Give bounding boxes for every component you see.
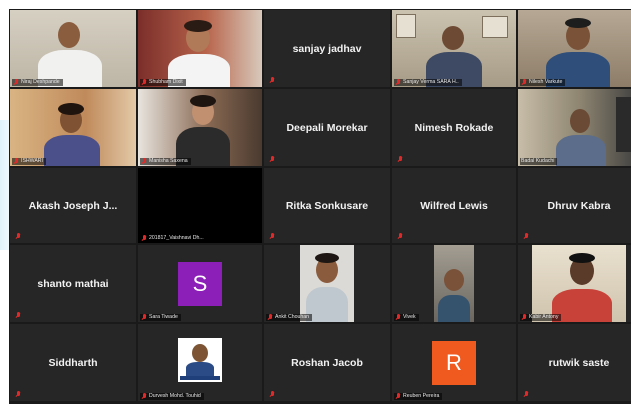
mic-muted-icon [13,158,19,165]
participant-tile-shanto[interactable]: shanto mathai [10,245,136,322]
participant-tile-sara[interactable]: S Sara Tiwade [138,245,262,322]
participant-tile-vivek[interactable]: Vivek [392,245,516,322]
mic-muted-icon [395,314,401,321]
profile-badge [178,338,222,382]
participant-tile-niraj[interactable]: Niraj Deshpande [10,10,136,87]
participant-label: Sara Tiwade [140,314,181,321]
participant-name: rutwik saste [548,356,610,369]
participant-tile-ankit[interactable]: Ankit Chouhan [264,245,390,322]
video-feed [518,10,631,87]
participant-label: Ankit Chouhan [266,314,313,321]
participant-tile-wilfred[interactable]: Wilfred Lewis [392,168,516,243]
participant-label: Vivek [394,314,419,321]
participant-tile-ritka[interactable]: Ritka Sonkusare [264,168,390,243]
participant-name: Wilfred Lewis [420,199,488,212]
participant-tile-kabir[interactable]: Kabir Antony [518,245,631,322]
mic-muted-icon [269,391,275,398]
mic-muted-icon [13,79,19,86]
video-feed [392,10,516,87]
participant-name: Nimesh Rokade [414,121,494,134]
avatar: S [178,261,222,306]
participant-tile-akash[interactable]: Akash Joseph J... [10,168,136,243]
mic-muted-icon [397,156,403,163]
participant-name: Dhruv Kabra [547,199,611,212]
participant-name: shanto mathai [37,277,109,290]
mic-muted-icon [141,235,147,242]
video-feed [138,10,262,87]
mic-muted-icon [521,79,527,86]
participant-tile-vaishnavi[interactable]: 201817_Vaishnavi Dh... [138,168,262,243]
mic-muted-icon [523,233,529,240]
mic-muted-icon [15,312,21,319]
video-feed [434,245,474,322]
participant-tile-ishwari[interactable]: ISHWARI [10,89,136,166]
mic-muted-icon [141,393,147,400]
participant-tile-durvesh[interactable]: Durvesh Mohd. Touhid [138,324,262,401]
participant-label: Badal Kudachi [520,158,558,165]
mic-muted-icon [523,391,529,398]
mic-muted-icon [15,233,21,240]
participant-tile-dhruv[interactable]: Dhruv Kabra [518,168,631,243]
mic-muted-icon [269,77,275,84]
participant-name: Deepali Morekar [286,121,368,134]
participant-name: Ritka Sonkusare [285,199,369,212]
participant-tile-sanjay-jadhav[interactable]: sanjay jadhav [264,10,390,87]
participant-tile-siddharth[interactable]: Siddharth [10,324,136,401]
participant-label: Sanjay Verma SARA H.. [394,79,462,86]
video-feed [532,245,626,322]
participant-label: Kabir Antony [520,314,562,321]
mic-muted-icon [521,314,527,321]
video-feed [300,245,354,322]
video-feed [518,89,631,166]
participant-name: Siddharth [48,356,98,369]
video-feed [138,89,262,166]
participant-label: Nilesh Varkute [520,79,566,86]
participant-name: sanjay jadhav [292,42,362,55]
gallery-view-grid: Niraj Deshpande Shubham Dixit sanjay jad… [9,9,631,404]
participant-label: ISHWARI [12,158,46,165]
participant-label: Niraj Deshpande [12,79,63,86]
participant-tile-sanjay-verma[interactable]: Sanjay Verma SARA H.. [392,10,516,87]
participant-label: Reuben Pereira [394,393,443,400]
video-feed [10,10,136,87]
participant-label: 201817_Vaishnavi Dh... [140,235,207,242]
mic-muted-icon [141,79,147,86]
participant-tile-manisha[interactable]: Manisha Saxena [138,89,262,166]
mic-muted-icon [15,391,21,398]
mic-muted-icon [141,314,147,321]
participant-tile-reuben[interactable]: R Reuben Pereira [392,324,516,401]
participant-label: Shubham Dixit [140,79,186,86]
mic-muted-icon [267,314,273,321]
mic-muted-icon [395,79,401,86]
participant-label: Manisha Saxena [140,158,191,165]
mic-muted-icon [269,156,275,163]
mic-muted-icon [141,158,147,165]
participant-tile-shubham[interactable]: Shubham Dixit [138,10,262,87]
participant-name: Roshan Jacob [291,356,363,369]
participant-tile-nimesh[interactable]: Nimesh Rokade [392,89,516,166]
participant-name: Akash Joseph J... [28,199,118,212]
participant-label: Durvesh Mohd. Touhid [140,393,204,400]
video-feed [10,89,136,166]
participant-tile-nilesh[interactable]: Nilesh Varkute [518,10,631,87]
mic-muted-icon [397,233,403,240]
avatar: R [432,340,476,385]
participant-tile-badal-active-speaker[interactable]: Badal Kudachi [518,89,631,166]
participant-tile-deepali[interactable]: Deepali Morekar [264,89,390,166]
participant-tile-roshan[interactable]: Roshan Jacob [264,324,390,401]
participant-tile-rutwik[interactable]: rutwik saste [518,324,631,401]
mic-muted-icon [395,393,401,400]
mic-muted-icon [269,233,275,240]
